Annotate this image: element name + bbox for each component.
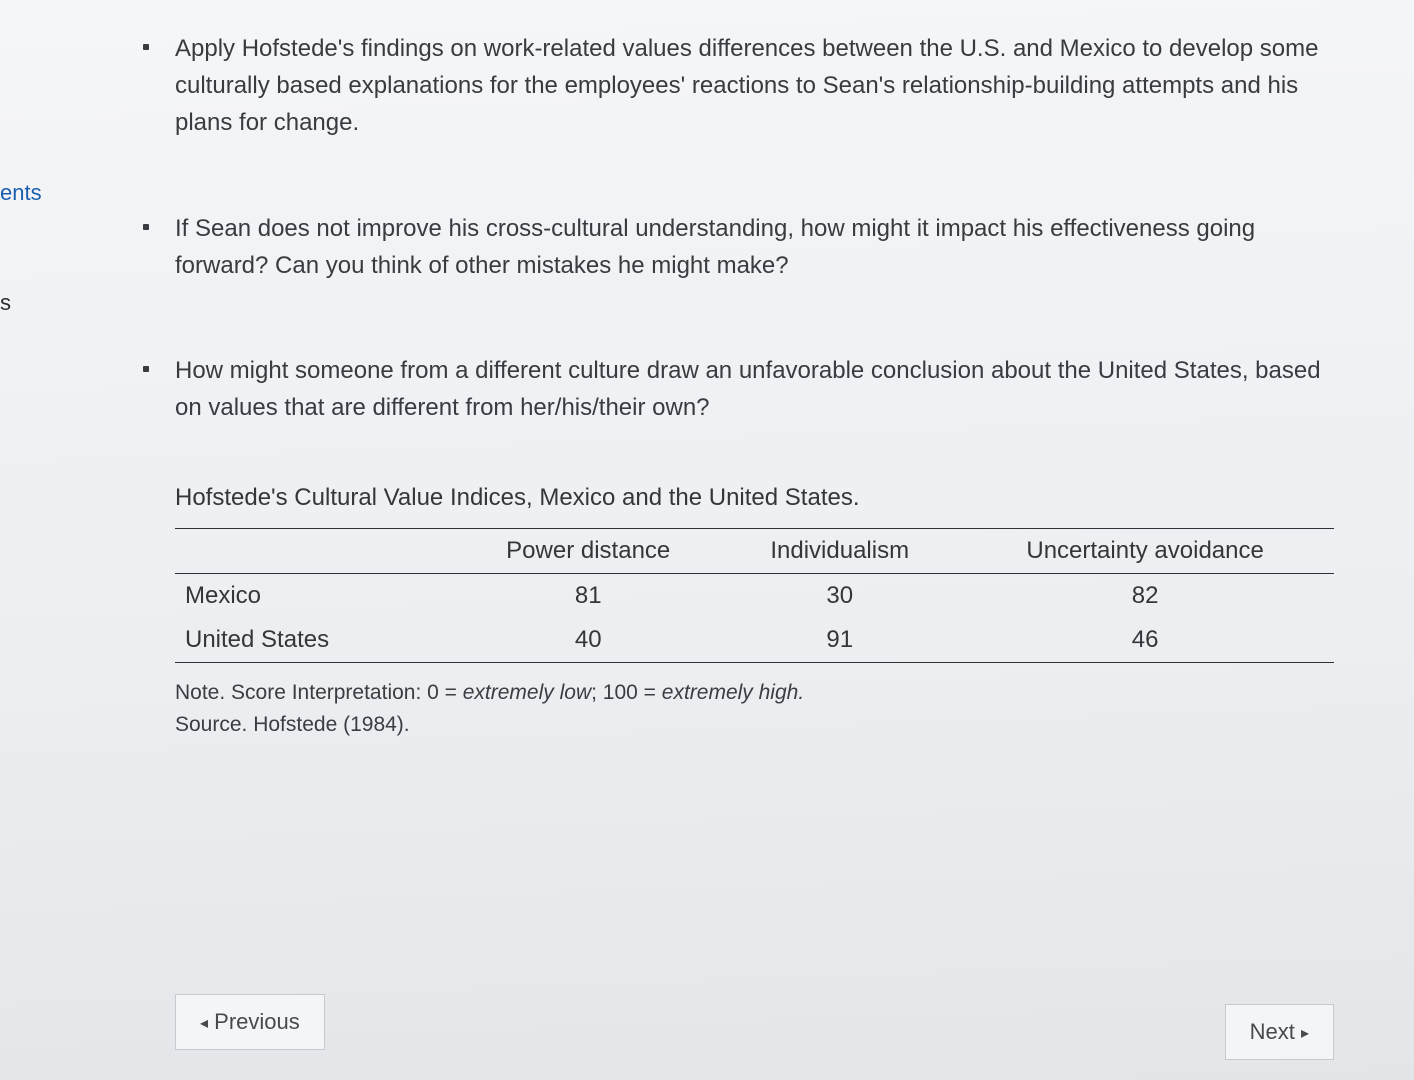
cell-value: 30 (723, 574, 956, 619)
col-uncertainty-avoidance: Uncertainty avoidance (956, 529, 1334, 574)
nav-footer: ◂ Previous Next ▸ (175, 994, 1334, 1050)
next-label: Next (1250, 1019, 1295, 1044)
col-country (175, 529, 453, 574)
page-container: ents s Apply Hofstede's findings on work… (0, 0, 1414, 1080)
hofstede-table: Power distance Individualism Uncertainty… (175, 528, 1334, 663)
cell-value: 81 (453, 574, 723, 619)
table-row: United States 40 91 46 (175, 618, 1334, 663)
bullet-cross-cultural: If Sean does not improve his cross-cultu… (135, 210, 1334, 284)
col-individualism: Individualism (723, 529, 956, 574)
chevron-left-icon: ◂ (200, 1015, 208, 1032)
main-content: Apply Hofstede's findings on work-relate… (135, 20, 1334, 740)
col-power-distance: Power distance (453, 529, 723, 574)
table-header-row: Power distance Individualism Uncertainty… (175, 529, 1334, 574)
cell-value: 91 (723, 618, 956, 663)
table-row: Mexico 81 30 82 (175, 574, 1334, 619)
sidebar-item-fragment-1[interactable]: ents (0, 180, 42, 206)
cell-country: Mexico (175, 574, 453, 619)
cell-value: 46 (956, 618, 1334, 663)
bullet-hofstede-apply: Apply Hofstede's findings on work-relate… (135, 30, 1334, 142)
cell-value: 82 (956, 574, 1334, 619)
note-low: extremely low (463, 681, 591, 704)
cell-country: United States (175, 618, 453, 663)
sidebar-item-fragment-2[interactable]: s (0, 290, 11, 316)
note-source: Source. Hofstede (1984). (175, 713, 410, 736)
question-list: Apply Hofstede's findings on work-relate… (135, 30, 1334, 426)
previous-button[interactable]: ◂ Previous (175, 994, 325, 1050)
table-note: Note. Score Interpretation: 0 = extremel… (175, 677, 1334, 740)
left-sidebar-fragment: ents s (0, 0, 40, 1080)
table-title: Hofstede's Cultural Value Indices, Mexic… (175, 484, 1334, 518)
chevron-right-icon: ▸ (1301, 1025, 1309, 1042)
note-mid: ; 100 = (591, 681, 662, 704)
hofstede-table-block: Hofstede's Cultural Value Indices, Mexic… (175, 484, 1334, 740)
previous-label: Previous (214, 1009, 300, 1034)
bullet-unfavorable-conclusion: How might someone from a different cultu… (135, 352, 1334, 426)
cell-value: 40 (453, 618, 723, 663)
note-high: extremely high. (662, 681, 804, 704)
note-prefix: Note. Score Interpretation: 0 = (175, 681, 463, 704)
next-button[interactable]: Next ▸ (1225, 1004, 1334, 1060)
